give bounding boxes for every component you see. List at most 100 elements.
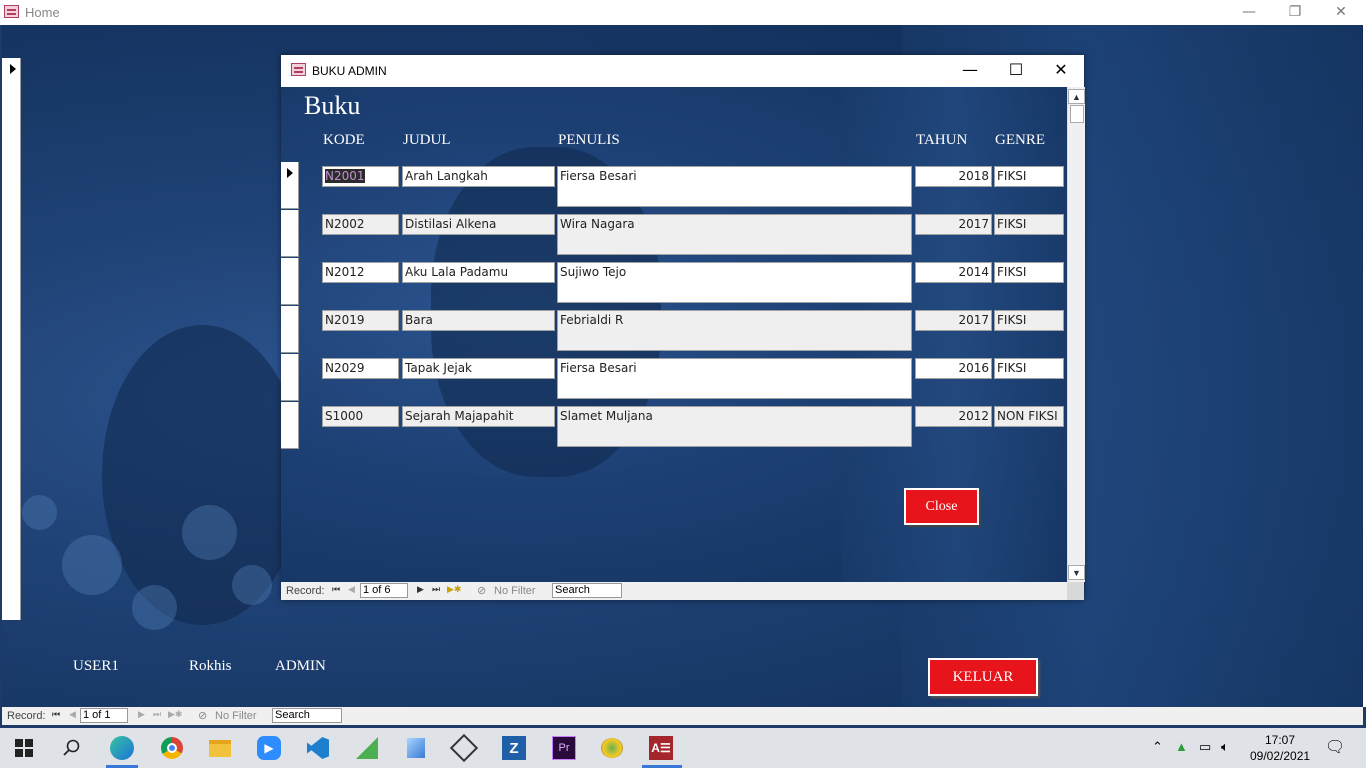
kode-field[interactable]: N2029 [322,358,399,379]
kode-field[interactable]: S1000 [322,406,399,427]
form-heading: Buku [304,91,361,120]
clock-date: 09/02/2021 [1250,749,1311,763]
keluar-button[interactable]: KELUAR [928,658,1038,696]
tahun-field[interactable]: 2016 [915,358,992,379]
penulis-field[interactable]: Febrialdi R [557,310,912,351]
tahun-field[interactable]: 2017 [915,214,992,235]
genre-field[interactable]: FIKSI [994,310,1064,331]
tahun-field[interactable]: 2017 [915,310,992,331]
genre-field[interactable]: FIKSI [994,358,1064,379]
scroll-thumb[interactable] [1070,105,1084,123]
green-app-icon[interactable] [353,734,381,762]
judul-field[interactable]: Arah Langkah [402,166,555,187]
record-selector[interactable] [281,402,299,449]
search-input[interactable]: Search [552,583,622,598]
judul-field[interactable]: Aku Lala Padamu [402,262,555,283]
record-selector[interactable] [281,354,299,401]
premiere-icon[interactable]: Pr [550,734,578,762]
last-record-icon[interactable]: ⏭ [153,709,161,720]
scroll-up-icon[interactable]: ▲ [1068,89,1085,104]
show-hidden-icons-icon[interactable]: ⌃ [1152,739,1163,755]
kode-field[interactable]: N2001 [322,166,399,187]
genre-field[interactable]: FIKSI [994,262,1064,283]
network-app-icon[interactable]: ▲ [1175,739,1188,754]
popup-title: BUKU ADMIN [312,64,387,78]
new-record-icon[interactable]: ▶✱ [168,709,182,720]
tahun-field[interactable]: 2018 [915,166,992,187]
battery-icon[interactable]: ▭ [1199,739,1211,755]
next-record-icon[interactable]: ▶ [138,709,145,720]
column-header-tahun: TAHUN [916,132,968,148]
bokeh-light [62,535,122,595]
paint-app-icon[interactable] [598,734,626,762]
judul-field[interactable]: Sejarah Majapahit [402,406,555,427]
new-record-icon[interactable]: ▶✱ [447,584,461,595]
penulis-field[interactable]: Fiersa Besari [557,358,912,399]
search-icon[interactable] [58,734,86,762]
size-grip [1067,582,1084,600]
first-record-icon[interactable]: ⏮ [332,584,340,595]
vertical-scrollbar[interactable]: ▲ ▼ [1067,87,1085,582]
previous-record-icon[interactable]: ◀ [348,584,355,595]
no-filter-button[interactable]: No Filter [494,585,536,597]
popup-maximize-button[interactable]: ☐ [993,55,1039,87]
notifications-icon[interactable]: 🗨︎ [1325,737,1345,757]
restore-button[interactable]: ❐ [1272,0,1318,25]
first-record-icon[interactable]: ⏮ [52,709,60,720]
zoom-icon[interactable]: ▶ [255,734,283,762]
volume-icon[interactable]: 🔈︎ [1221,739,1229,755]
previous-record-icon[interactable]: ◀ [69,709,76,720]
vscode-icon[interactable] [304,734,332,762]
no-filter-button[interactable]: No Filter [215,710,257,722]
record-selector[interactable] [281,210,299,257]
next-record-icon[interactable]: ▶ [417,584,424,595]
record-selector[interactable] [281,162,299,209]
judul-field[interactable]: Distilasi Alkena [402,214,555,235]
filezilla-icon[interactable]: Z [500,734,528,762]
close-form-button[interactable]: Close [904,488,979,525]
penulis-field[interactable]: Wira Nagara [557,214,912,255]
genre-field[interactable]: NON FIKSI [994,406,1064,427]
close-window-button[interactable]: ✕ [1318,0,1364,25]
column-header-kode: KODE [323,132,365,148]
window-titlebar: Home — ❐ ✕ [0,0,1366,25]
genre-field[interactable]: FIKSI [994,214,1064,235]
column-header-penulis: PENULIS [558,132,620,148]
popup-close-button[interactable]: ✕ [1038,55,1084,87]
bokeh-light [132,585,177,630]
last-record-icon[interactable]: ⏭ [432,584,440,595]
windows-start-icon[interactable] [10,734,38,762]
current-record-input[interactable]: 1 of 1 [80,708,128,723]
judul-field[interactable]: Bara [402,310,555,331]
penulis-field[interactable]: Sujiwo Tejo [557,262,912,303]
record-selector[interactable] [281,306,299,353]
record-label: Record: [7,710,46,722]
file-explorer-icon[interactable] [206,734,234,762]
box-3d-icon[interactable] [402,734,430,762]
scroll-down-icon[interactable]: ▼ [1068,565,1085,580]
search-input[interactable]: Search [272,708,342,723]
kode-field[interactable]: N2012 [322,262,399,283]
taskbar-clock[interactable]: 17:07 09/02/2021 [1250,732,1310,764]
penulis-field[interactable]: Fiersa Besari [557,166,912,207]
current-record-input[interactable]: 1 of 6 [360,583,408,598]
popup-minimize-button[interactable]: — [947,55,993,87]
virtualbox-icon[interactable] [449,733,479,763]
kode-field[interactable]: N2002 [322,214,399,235]
judul-field[interactable]: Tapak Jejak [402,358,555,379]
edge-icon[interactable] [108,734,136,762]
penulis-field[interactable]: Slamet Muljana [557,406,912,447]
genre-field[interactable]: FIKSI [994,166,1064,187]
minimize-button[interactable]: — [1226,0,1272,25]
access-icon[interactable]: A☰ [647,734,675,762]
column-header-genre: GENRE [995,132,1045,148]
current-record-arrow-icon [287,168,293,178]
tahun-field[interactable]: 2012 [915,406,992,427]
column-header-judul: JUDUL [403,132,451,148]
chrome-icon[interactable] [158,734,186,762]
filter-icon: ⊘ [477,585,487,597]
kode-field[interactable]: N2019 [322,310,399,331]
tahun-field[interactable]: 2014 [915,262,992,283]
record-selector-bar[interactable] [2,58,21,620]
record-selector[interactable] [281,258,299,305]
